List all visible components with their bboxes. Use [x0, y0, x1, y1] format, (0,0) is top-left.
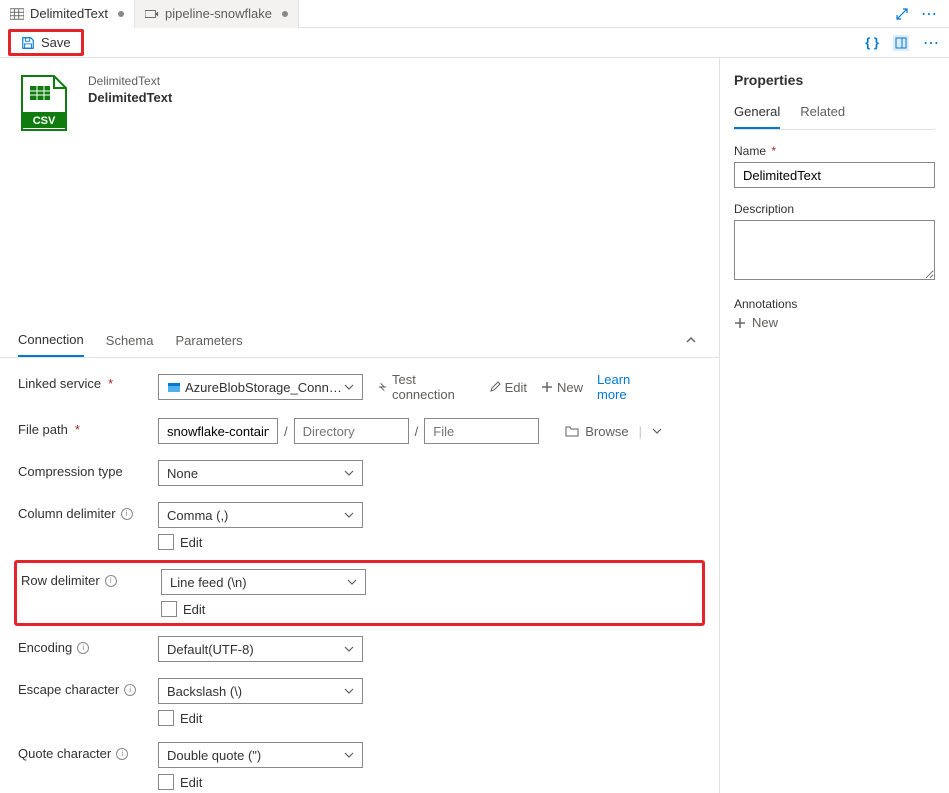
folder-icon	[565, 425, 579, 437]
linked-service-select[interactable]: AzureBlobStorage_Connection	[158, 374, 363, 400]
linked-service-label: Linked service	[18, 376, 101, 391]
description-textarea[interactable]	[734, 220, 935, 280]
save-label: Save	[41, 35, 71, 50]
tab-parameters[interactable]: Parameters	[175, 323, 242, 356]
dataset-name: DelimitedText	[88, 90, 172, 105]
chevron-down-icon	[344, 468, 354, 478]
info-icon[interactable]: i	[105, 575, 117, 587]
chevron-down-icon	[344, 382, 354, 392]
encoding-label: Encoding	[18, 640, 72, 655]
svg-text:CSV: CSV	[33, 115, 56, 127]
row-delimiter-label: Row delimiter	[21, 573, 100, 588]
tab-connection[interactable]: Connection	[18, 322, 84, 357]
more-actions-icon[interactable]: ⋯	[923, 33, 941, 53]
required-indicator: *	[75, 422, 80, 437]
dataset-type-label: DelimitedText	[88, 74, 172, 88]
column-delimiter-edit-checkbox[interactable]	[158, 534, 174, 550]
escape-edit-checkbox[interactable]	[158, 710, 174, 726]
properties-title: Properties	[734, 72, 935, 88]
info-icon[interactable]: i	[121, 508, 133, 520]
info-icon[interactable]: i	[124, 684, 136, 696]
path-separator: /	[284, 424, 288, 439]
code-view-button[interactable]: { }	[865, 35, 879, 50]
row-delimiter-edit-checkbox[interactable]	[161, 601, 177, 617]
tab-label: pipeline-snowflake	[165, 6, 272, 21]
chevron-down-icon	[347, 577, 357, 587]
info-icon[interactable]: i	[77, 642, 89, 654]
name-label: Name	[734, 144, 766, 158]
required-indicator: *	[108, 376, 113, 391]
collapse-panel-button[interactable]	[681, 324, 701, 356]
browse-button[interactable]: Browse	[585, 424, 628, 439]
edit-linked-service-button[interactable]: Edit	[489, 380, 527, 395]
file-path-file-input[interactable]	[424, 418, 539, 444]
learn-more-link[interactable]: Learn more	[597, 372, 658, 402]
file-path-directory-input[interactable]	[294, 418, 409, 444]
browse-dropdown[interactable]	[652, 426, 662, 436]
compression-label: Compression type	[18, 464, 123, 479]
dataset-icon	[10, 8, 24, 20]
editor-tab-delimitedtext[interactable]: DelimitedText	[0, 0, 135, 28]
add-annotation-button[interactable]: New	[734, 315, 935, 330]
description-label: Description	[734, 202, 935, 216]
test-connection-button[interactable]: Test connection	[377, 372, 475, 402]
csv-file-icon: CSV	[18, 74, 70, 132]
chevron-down-icon	[344, 510, 354, 520]
more-actions-icon[interactable]: ⋯	[921, 4, 939, 24]
editor-tab-pipeline-snowflake[interactable]: pipeline-snowflake	[135, 0, 299, 28]
dirty-indicator-icon	[118, 11, 124, 17]
blob-storage-icon	[167, 380, 181, 394]
new-linked-service-button[interactable]: New	[541, 380, 583, 395]
info-icon[interactable]: i	[116, 748, 128, 760]
file-path-label: File path	[18, 422, 68, 437]
quote-edit-checkbox[interactable]	[158, 774, 174, 790]
column-delimiter-label: Column delimiter	[18, 506, 116, 521]
expand-icon[interactable]	[895, 7, 909, 21]
file-path-container-input[interactable]	[158, 418, 278, 444]
tab-label: DelimitedText	[30, 6, 108, 21]
name-input[interactable]	[734, 162, 935, 188]
properties-tab-related[interactable]: Related	[800, 98, 845, 129]
properties-toggle-button[interactable]	[893, 35, 909, 51]
quote-character-label: Quote character	[18, 746, 111, 761]
properties-tab-general[interactable]: General	[734, 98, 780, 129]
chevron-down-icon	[344, 686, 354, 696]
dirty-indicator-icon	[282, 11, 288, 17]
encoding-select[interactable]: Default(UTF-8)	[158, 636, 363, 662]
column-delimiter-select[interactable]: Comma (,)	[158, 502, 363, 528]
annotations-label: Annotations	[734, 297, 935, 311]
chevron-down-icon	[344, 644, 354, 654]
escape-character-select[interactable]: Backslash (\)	[158, 678, 363, 704]
quote-character-select[interactable]: Double quote (")	[158, 742, 363, 768]
chevron-down-icon	[344, 750, 354, 760]
compression-select[interactable]: None	[158, 460, 363, 486]
required-indicator: *	[768, 144, 776, 158]
escape-character-label: Escape character	[18, 682, 119, 697]
path-separator: /	[415, 424, 419, 439]
row-delimiter-select[interactable]: Line feed (\n)	[161, 569, 366, 595]
pipeline-icon	[145, 8, 159, 20]
tab-schema[interactable]: Schema	[106, 323, 154, 356]
save-button[interactable]: Save	[8, 29, 84, 56]
